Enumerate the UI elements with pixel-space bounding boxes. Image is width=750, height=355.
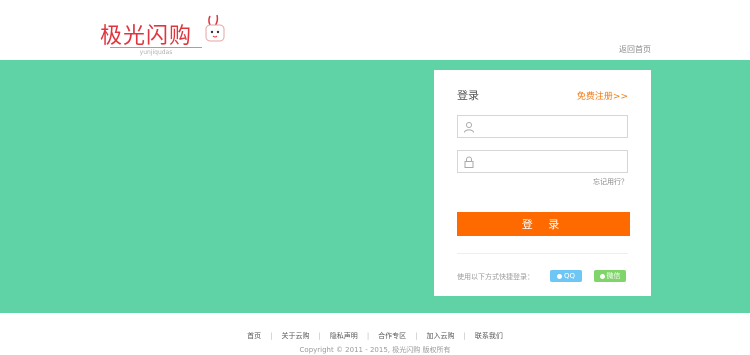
footer-link-contact[interactable]: 联系我们 bbox=[466, 332, 512, 340]
user-icon bbox=[464, 122, 474, 133]
site-logo[interactable]: 极光闪购 yunjiqudas bbox=[100, 14, 230, 58]
username-field[interactable] bbox=[457, 115, 628, 138]
footer-link-about[interactable]: 关于云购 bbox=[272, 332, 318, 340]
register-link[interactable]: 免费注册>> bbox=[577, 89, 628, 102]
copyright-text: Copyright © 2011 - 2015, 极光闪购 版权所有 bbox=[299, 346, 451, 354]
username-input[interactable] bbox=[478, 116, 624, 137]
logo-text: 极光闪购 bbox=[100, 24, 193, 49]
password-input[interactable] bbox=[478, 151, 624, 172]
footer-link-privacy[interactable]: 隐私声明 bbox=[321, 332, 367, 340]
logo-subtext: yunjiqudas bbox=[110, 47, 202, 57]
footer-link-cooperation[interactable]: 合作专区 bbox=[369, 332, 415, 340]
footer-nav: 首页 | 关于云购 | 隐私声明 | 合作专区 | 加入云购 | 联系我们 bbox=[0, 331, 750, 341]
back-home-link[interactable]: 返回首页 bbox=[619, 44, 651, 55]
qq-login-button[interactable]: QQ bbox=[550, 270, 582, 282]
wechat-login-button[interactable]: 微信 bbox=[594, 270, 626, 282]
footer-link-join[interactable]: 加入云购 bbox=[418, 332, 464, 340]
divider bbox=[457, 253, 628, 254]
login-title: 登录 bbox=[457, 89, 479, 102]
rabbit-icon bbox=[205, 14, 225, 42]
lock-icon bbox=[464, 156, 474, 168]
qq-icon bbox=[556, 273, 562, 279]
password-field[interactable] bbox=[457, 150, 628, 173]
forgot-password-link[interactable]: 忘记用行？ bbox=[593, 177, 628, 187]
header: 极光闪购 yunjiqudas 返回首页 bbox=[0, 0, 750, 60]
wechat-label: 微信 bbox=[606, 272, 621, 280]
wechat-icon bbox=[599, 273, 605, 279]
other-login-label: 使用以下方式快捷登录： bbox=[457, 273, 534, 281]
login-button[interactable]: 登 录 bbox=[457, 212, 630, 236]
qq-label: QQ bbox=[563, 272, 576, 280]
footer-link-home[interactable]: 首页 bbox=[238, 332, 270, 340]
login-panel: 登录 免费注册>> 忘记用行？ 登 录 使用以下方式快捷登录： QQ 微信 bbox=[434, 70, 651, 296]
